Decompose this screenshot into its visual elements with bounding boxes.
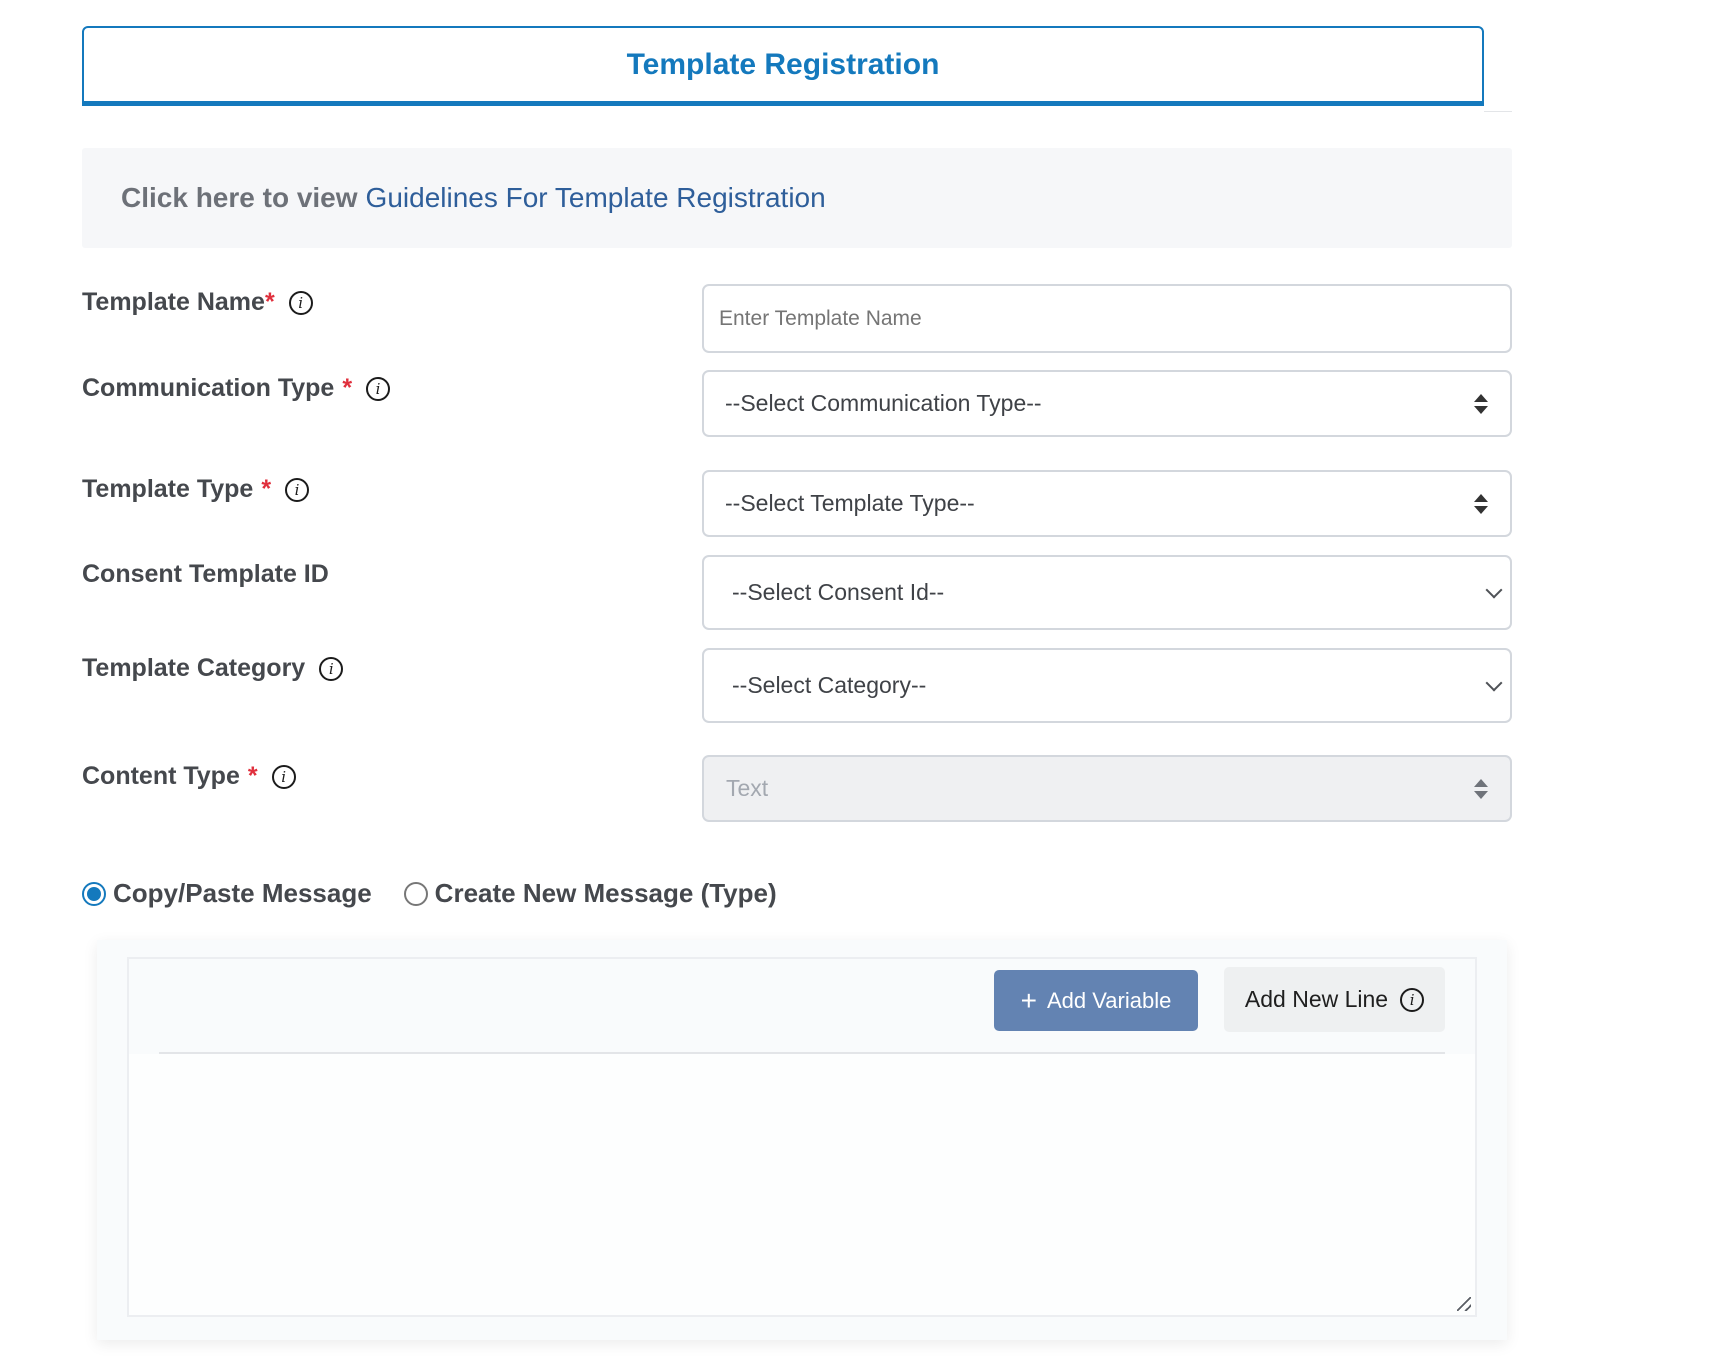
radio-unchecked-icon[interactable] <box>403 881 428 906</box>
info-icon[interactable]: i <box>319 656 344 681</box>
consent-template-id-label: Consent Template ID <box>82 560 329 589</box>
select-updown-icon <box>1474 393 1488 414</box>
add-new-line-label: Add New Line <box>1244 986 1389 1012</box>
required-mark: * <box>342 374 353 402</box>
page-header: Template Registration <box>82 26 1484 106</box>
guidelines-banner: Click here to view Guidelines For Templa… <box>82 148 1512 248</box>
template-type-select[interactable]: --Select Template Type-- <box>702 470 1512 537</box>
add-variable-label: Add Variable <box>1047 987 1172 1013</box>
add-new-line-button[interactable]: Add New Line i <box>1224 967 1445 1032</box>
info-icon[interactable]: i <box>271 764 296 789</box>
guidelines-prefix: Click here to view <box>121 182 358 213</box>
select-updown-icon <box>1474 778 1488 799</box>
plus-icon: + <box>1020 984 1037 1016</box>
message-textarea[interactable] <box>129 1054 1475 1315</box>
header-divider <box>1484 111 1512 112</box>
info-icon[interactable]: i <box>1400 987 1425 1012</box>
chevron-down-icon <box>1485 581 1503 598</box>
communication-type-label: Communication Type * i <box>82 374 391 403</box>
template-category-label-text: Template Category <box>82 654 306 682</box>
chevron-down-icon <box>1485 674 1503 691</box>
radio-label: Copy/Paste Message <box>113 878 372 908</box>
communication-type-selected: --Select Communication Type-- <box>725 390 1042 416</box>
required-mark: * <box>264 288 275 316</box>
consent-id-select[interactable]: --Select Consent Id-- <box>702 555 1512 630</box>
content-type-label: Content Type * i <box>82 762 296 791</box>
template-category-label: Template Category i <box>82 654 344 683</box>
guidelines-link[interactable]: Guidelines For Template Registration <box>366 182 826 214</box>
info-icon[interactable]: i <box>366 376 391 401</box>
template-type-selected: --Select Template Type-- <box>725 490 975 516</box>
template-name-label-text: Template Name <box>82 288 265 316</box>
editor-toolbar: + Add Variable Add New Line i <box>129 959 1475 1052</box>
radio-label: Create New Message (Type) <box>434 878 777 908</box>
add-variable-button[interactable]: + Add Variable <box>994 970 1198 1031</box>
required-mark: * <box>261 475 272 503</box>
template-category-select[interactable]: --Select Category-- <box>702 648 1512 723</box>
radio-checked-icon[interactable] <box>82 881 106 906</box>
select-updown-icon <box>1474 493 1488 514</box>
info-icon[interactable]: i <box>288 290 313 315</box>
consent-id-selected: --Select Consent Id-- <box>732 579 945 605</box>
message-mode-radio-group: Copy/Paste Message Create New Message (T… <box>82 878 777 909</box>
communication-type-label-text: Communication Type <box>82 374 335 402</box>
template-type-label: Template Type * i <box>82 475 310 504</box>
content-type-select: Text <box>702 755 1512 822</box>
template-name-label: Template Name * i <box>82 288 313 317</box>
message-editor: + Add Variable Add New Line i <box>127 957 1477 1317</box>
template-type-label-text: Template Type <box>82 475 254 503</box>
required-mark: * <box>247 762 258 790</box>
template-category-selected: --Select Category-- <box>732 672 927 698</box>
page-title: Template Registration <box>626 47 940 81</box>
consent-template-id-label-text: Consent Template ID <box>82 560 329 588</box>
communication-type-select[interactable]: --Select Communication Type-- <box>702 370 1512 437</box>
radio-copy-paste-message[interactable]: Copy/Paste Message <box>82 878 372 909</box>
content-type-selected: Text <box>726 775 769 801</box>
template-name-input[interactable] <box>702 284 1512 353</box>
radio-create-new-message[interactable]: Create New Message (Type) <box>403 878 777 909</box>
info-icon[interactable]: i <box>285 477 310 502</box>
message-editor-panel: + Add Variable Add New Line i <box>97 940 1507 1340</box>
resize-handle-icon[interactable] <box>1457 1297 1471 1311</box>
content-type-label-text: Content Type <box>82 762 240 790</box>
